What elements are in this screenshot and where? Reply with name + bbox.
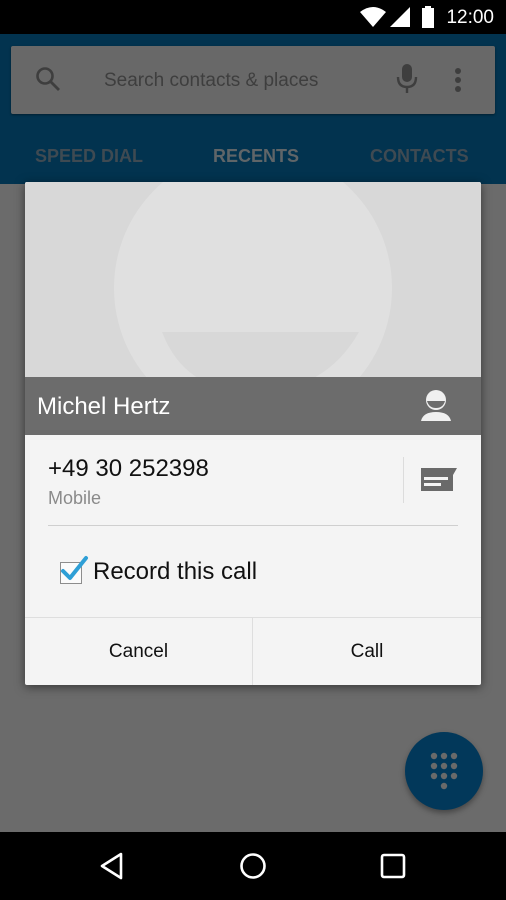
cancel-button[interactable]: Cancel (25, 618, 253, 685)
recents-icon[interactable] (380, 853, 406, 879)
search-bar[interactable]: Search contacts & places (11, 46, 495, 114)
signal-icon (390, 7, 410, 27)
dialpad-icon (430, 752, 458, 790)
call-dialog: Michel Hertz +49 30 252398 Mobile Record… (25, 182, 481, 685)
tab-bar: SPEED DIAL RECENTS CONTACTS (0, 134, 506, 178)
phone-number: +49 30 252398 (48, 455, 209, 482)
wifi-icon (360, 7, 386, 27)
navigation-bar (0, 832, 506, 900)
search-icon[interactable] (35, 66, 61, 92)
status-bar: 12:00 (0, 0, 506, 34)
phone-number-row[interactable]: +49 30 252398 Mobile (25, 435, 481, 527)
app-header: Search contacts & places SPEED DIAL RECE… (0, 34, 506, 184)
checkmark-icon (61, 556, 88, 580)
microphone-icon[interactable] (396, 64, 418, 94)
status-time: 12:00 (446, 7, 494, 28)
contact-name-bar: Michel Hertz (25, 377, 481, 435)
tab-recents[interactable]: RECENTS (213, 146, 299, 167)
record-call-checkbox[interactable] (60, 556, 88, 584)
tab-speed-dial[interactable]: SPEED DIAL (35, 146, 143, 167)
battery-icon (422, 6, 434, 28)
vertical-divider (403, 457, 404, 503)
contact-photo-placeholder (25, 182, 481, 377)
record-call-option[interactable]: Record this call (25, 532, 481, 616)
tab-contacts[interactable]: CONTACTS (370, 146, 469, 167)
divider (48, 525, 458, 526)
message-icon[interactable] (421, 468, 457, 492)
back-icon[interactable] (99, 852, 125, 880)
contact-card-icon[interactable] (420, 389, 452, 421)
dialpad-button[interactable] (405, 732, 483, 810)
avatar-placeholder-icon (114, 182, 392, 377)
more-vert-icon[interactable] (454, 67, 462, 93)
record-call-label: Record this call (93, 558, 258, 585)
search-input[interactable]: Search contacts & places (104, 70, 318, 92)
call-button[interactable]: Call (253, 618, 481, 685)
contact-name: Michel Hertz (37, 393, 171, 420)
home-icon[interactable] (239, 852, 267, 880)
dialog-buttons: Cancel Call (25, 617, 481, 685)
phone-type: Mobile (48, 488, 102, 508)
